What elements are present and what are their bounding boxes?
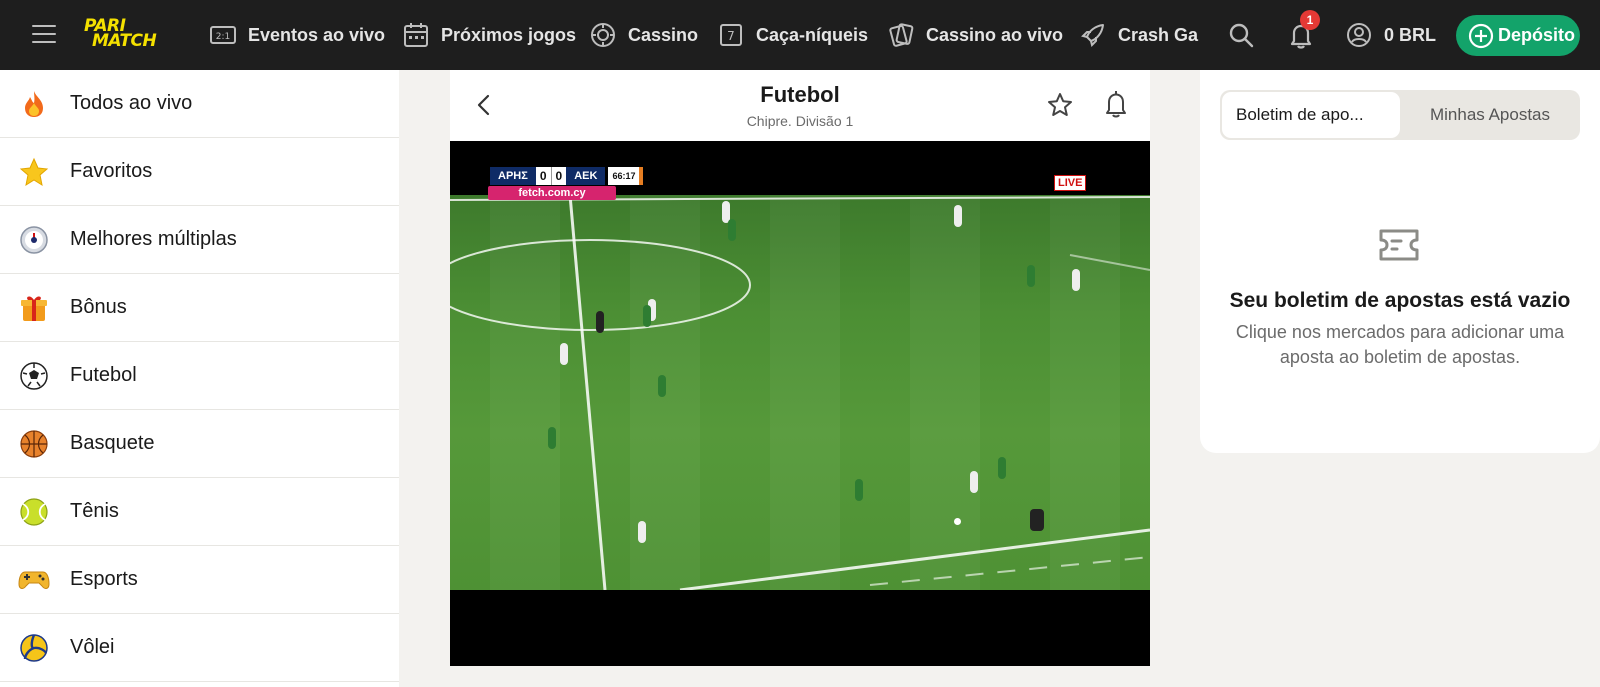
betslip-empty-title: Seu boletim de apostas está vazio [1229,289,1571,312]
gauge-icon [18,224,50,256]
nav-live-casino[interactable]: Cassino ao vivo [888,0,1063,70]
gamepad-icon [18,564,50,596]
sidebar-item-tenis[interactable]: Tênis [0,478,399,546]
match-bell-icon[interactable] [1102,89,1130,119]
match-header: Futebol Chipre. Divisão 1 [450,70,1150,141]
betslip-tabs: Boletim de apo... Minhas Apostas [1220,90,1580,140]
tab-my-bets[interactable]: Minhas Apostas [1402,92,1578,138]
nav-live-events[interactable]: 2:1 Eventos ao vivo [210,0,385,70]
parimatch-logo[interactable]: PARI MATCH [80,18,180,52]
sports-sidebar: Todos ao vivo Favoritos Melhores múltipl… [0,70,399,687]
notification-badge: 1 [1300,10,1320,30]
betslip-panel: Boletim de apo... Minhas Apostas Seu bol… [1200,70,1600,453]
fire-icon [18,88,50,120]
pitch-lines [450,195,1150,590]
soccer-ball-icon [18,360,50,392]
plus-circle-icon [1468,23,1494,48]
slot-machine-icon: 7 [720,24,742,46]
nav-crash-games[interactable]: Crash Ga [1080,0,1198,70]
sidebar-item-favoritos[interactable]: Favoritos [0,138,399,206]
video-pitch [450,195,1150,590]
nav-clip: Crash Ga [1080,0,1200,70]
live-scoreboard-icon: 2:1 [210,26,236,44]
svg-text:2:1: 2:1 [216,32,230,42]
account-balance[interactable]: 0 BRL [1346,20,1436,50]
sidebar-item-melhores-multiplas[interactable]: Melhores múltiplas [0,206,399,274]
match-title: Futebol [760,82,840,107]
broadcaster-tag: fetch.com.cy [488,186,616,200]
sidebar-item-esports[interactable]: Esports [0,546,399,614]
svg-text:7: 7 [727,29,735,43]
top-bar: PARI MATCH 2:1 Eventos ao vivo Próximos … [0,0,1600,70]
gift-icon [18,292,50,324]
sidebar-item-basquete[interactable]: Basquete [0,410,399,478]
live-badge: LIVE [1054,175,1087,191]
basketball-icon [18,428,50,460]
sidebar-item-bonus[interactable]: Bônus [0,274,399,342]
search-icon[interactable] [1226,20,1256,50]
volleyball-icon [18,632,50,664]
nav-casino[interactable]: Cassino [590,0,698,70]
cards-icon [889,23,914,47]
menu-icon[interactable] [32,25,56,45]
star-icon [18,156,50,188]
tab-betslip[interactable]: Boletim de apo... [1222,92,1400,138]
casino-chip-icon [591,23,615,47]
user-icon [1347,23,1371,47]
calendar-icon [404,23,428,47]
favorite-star-icon[interactable] [1046,91,1074,119]
betslip-empty-description: Clique nos mercados para adicionar uma a… [1235,322,1565,367]
live-video-player[interactable]: ΑΡΗΣ 0 0 ΑΕΚ 66:17 fetch.com.cy LIVE [450,141,1150,666]
sidebar-item-todos-ao-vivo[interactable]: Todos ao vivo [0,70,399,138]
deposit-button[interactable]: Depósito [1456,15,1580,56]
nav-slots[interactable]: 7 Caça-níqueis [718,0,868,70]
match-league: Chipre. Divisão 1 [746,113,854,129]
nav-upcoming-games[interactable]: Próximos jogos [403,0,576,70]
scoreboard-overlay: ΑΡΗΣ 0 0 ΑΕΚ 66:17 [490,167,644,185]
tennis-ball-icon [18,496,50,528]
sidebar-item-futebol[interactable]: Futebol [0,342,399,410]
sidebar-item-volei[interactable]: Vôlei [0,614,399,682]
ticket-icon [1379,229,1419,261]
rocket-icon [1081,24,1104,47]
